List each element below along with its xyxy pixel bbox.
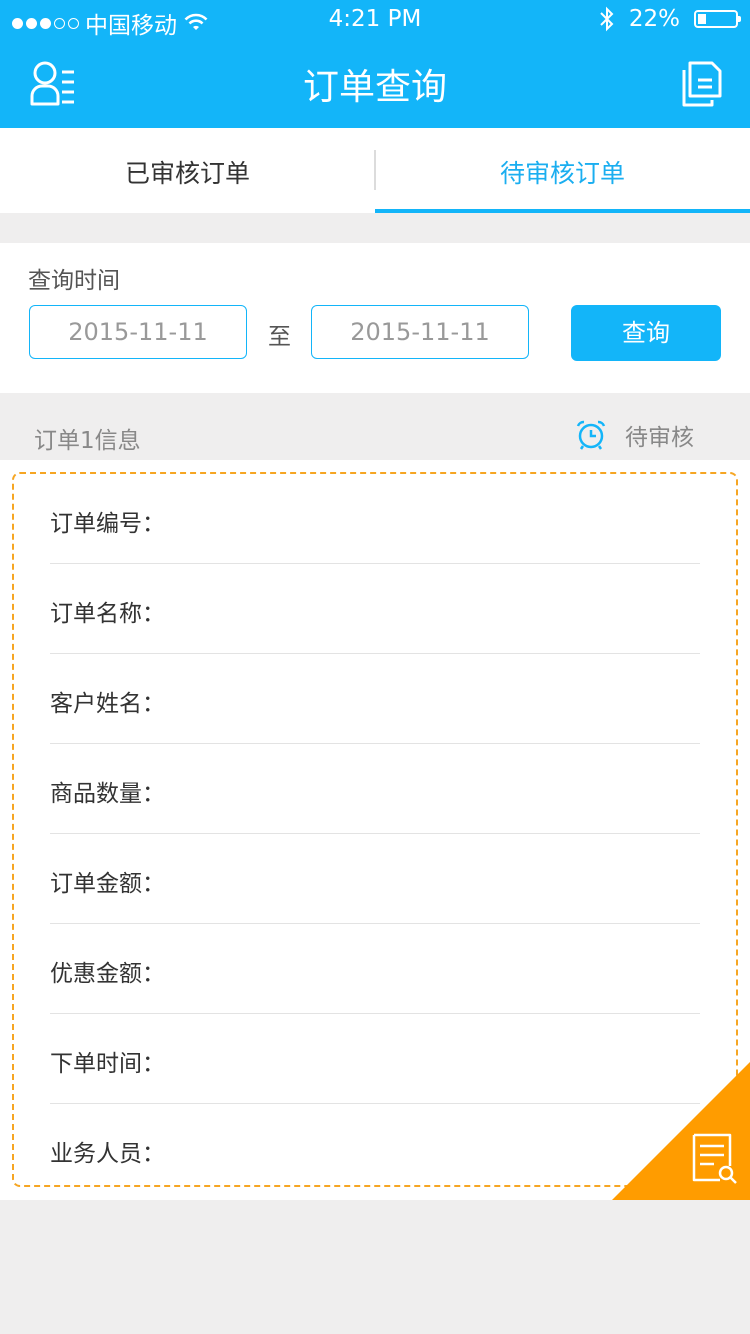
field-order-name: 订单名称： [50,564,700,654]
query-panel: 查询时间 2015-11-11 至 2015-11-11 查询 [0,243,750,393]
status-bar: 中国移动 4:21 PM 22% [0,0,750,40]
field-order-amount: 订单金额： [50,834,700,924]
status-right: 22% [599,6,741,32]
field-label: 订单金额： [50,871,165,897]
query-button[interactable]: 查询 [571,305,721,361]
battery-icon [694,10,741,28]
order-tabs: 已审核订单 待审核订单 [0,128,750,213]
top-bar: 中国移动 4:21 PM 22% 订单查询 [0,0,750,128]
bluetooth-icon [600,6,614,32]
field-quantity: 商品数量： [50,744,700,834]
field-label: 下单时间： [50,1051,165,1077]
battery-percent: 22% [628,6,680,32]
page-title: 订单查询 [302,67,447,108]
end-date-field[interactable]: 2015-11-11 [311,305,529,359]
field-salesperson: 业务人员： [50,1104,700,1194]
field-order-time: 下单时间： [50,1014,700,1104]
order-status: 待审核 [575,418,694,452]
field-label: 客户姓名： [50,691,165,717]
query-time-label: 查询时间 [28,268,120,294]
order-status-text: 待审核 [625,425,694,451]
field-label: 订单编号： [50,511,165,537]
order-header: 订单1信息 待审核 [0,413,750,460]
order-detail-corner-button[interactable] [612,1062,750,1200]
alarm-clock-icon [576,420,606,450]
documents-icon[interactable] [678,60,722,108]
field-label: 订单名称： [50,601,165,627]
tab-pending-orders[interactable]: 待审核订单 [375,128,750,213]
field-label: 业务人员： [50,1141,165,1167]
start-date-field[interactable]: 2015-11-11 [29,305,247,359]
date-range-separator: 至 [268,324,291,350]
field-customer-name: 客户姓名： [50,654,700,744]
tab-reviewed-orders[interactable]: 已审核订单 [0,128,375,213]
field-order-number: 订单编号： [50,474,700,564]
field-label: 优惠金额： [50,961,165,987]
order-title: 订单1信息 [34,428,141,454]
field-label: 商品数量： [50,781,165,807]
field-discount-amount: 优惠金额： [50,924,700,1014]
battery-level-fill [698,14,706,24]
